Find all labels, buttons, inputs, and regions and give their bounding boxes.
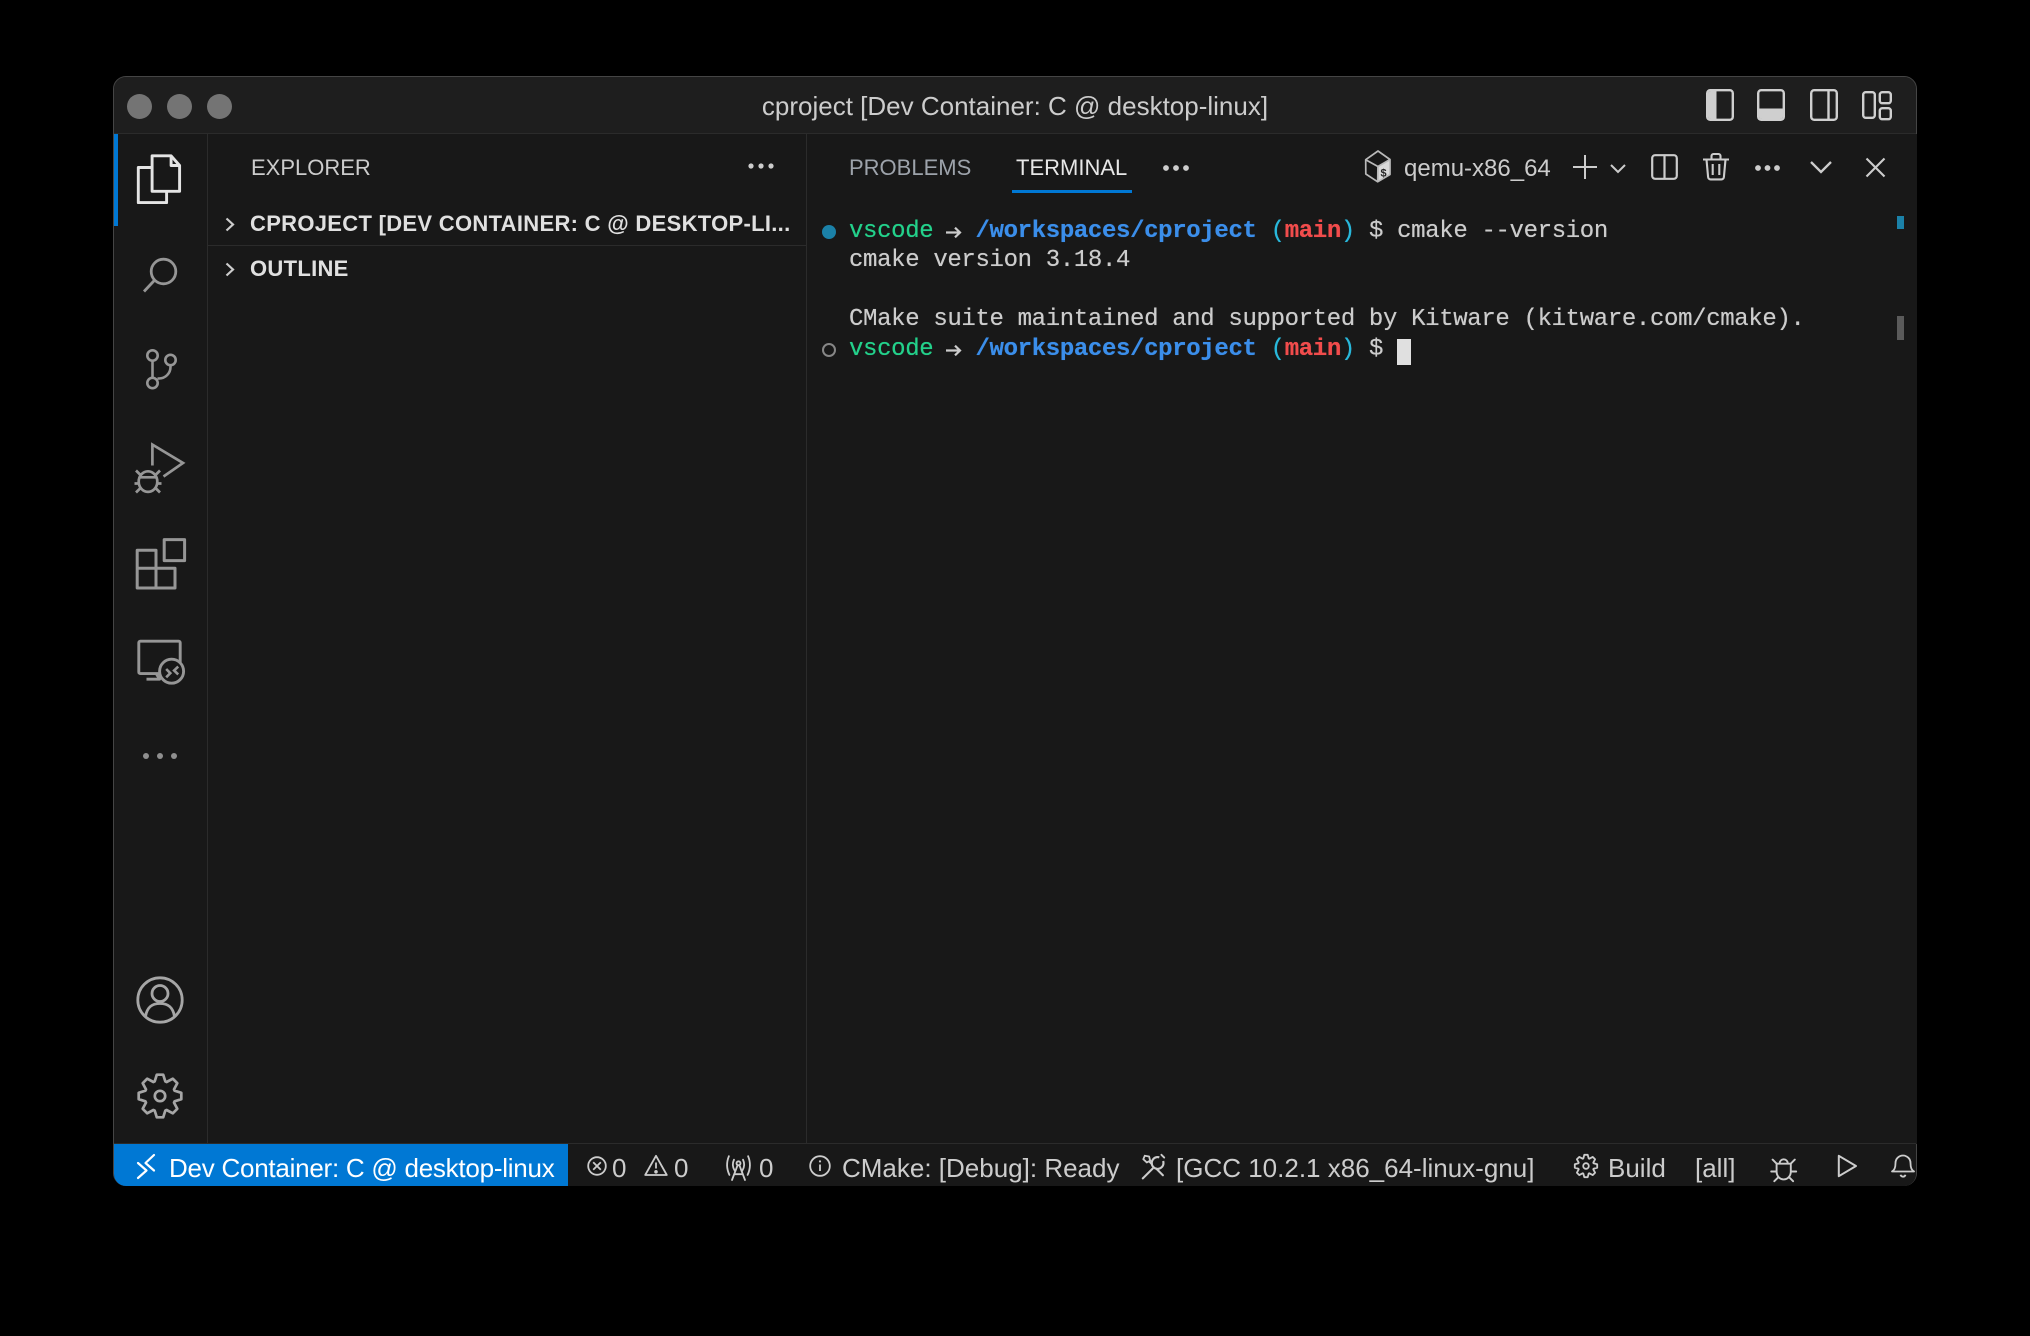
svg-text:$: $ [1380,169,1387,181]
